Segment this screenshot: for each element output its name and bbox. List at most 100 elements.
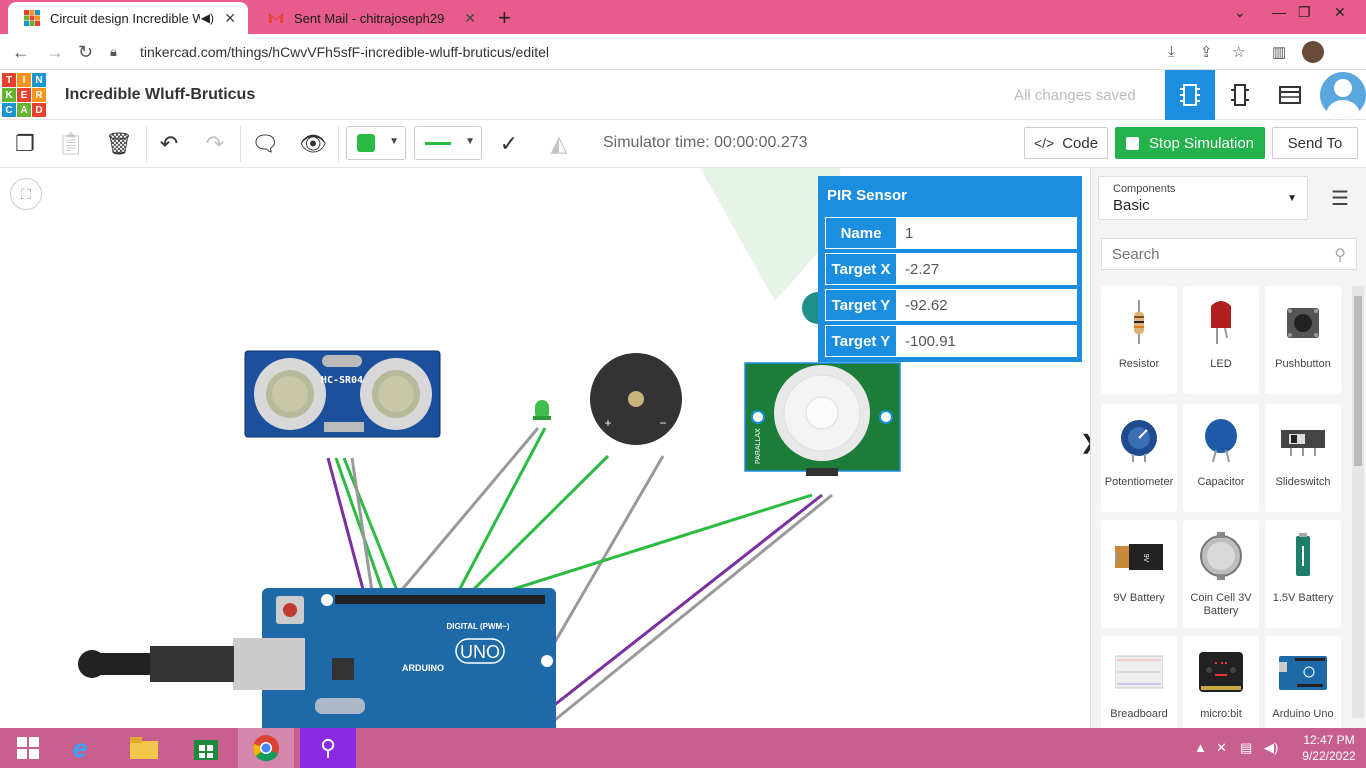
bookmark-star-icon[interactable]: ☆ <box>1232 43 1245 61</box>
component-9v-battery[interactable]: 9V 9V Battery <box>1101 520 1177 628</box>
component-potentiometer[interactable]: Potentiometer <box>1101 404 1177 512</box>
color-picker[interactable]: ▼ <box>346 126 406 160</box>
components-dropdown[interactable]: Components Basic ▼ <box>1098 176 1308 220</box>
notes-icon[interactable]: 🗨︎ <box>248 128 282 160</box>
volume-icon[interactable]: ◀) <box>1264 740 1278 756</box>
component-led[interactable]: LED <box>1183 286 1259 394</box>
share-icon[interactable]: ⇪ <box>1200 43 1213 61</box>
browser-tab-tinkercad[interactable]: Circuit design Incredible Wlu ◀) ✕ <box>8 2 248 34</box>
reload-icon[interactable]: ↻ <box>78 42 93 63</box>
delete-icon[interactable]: 🗑︎ <box>102 128 136 160</box>
component-list-view-button[interactable] <box>1265 70 1315 120</box>
taskbar-clock[interactable]: 12:47 PM 9/22/2022 <box>1294 732 1364 764</box>
store-taskbar[interactable] <box>178 728 234 768</box>
component-name: Resistor <box>1118 358 1160 370</box>
new-tab-icon[interactable]: + <box>498 5 511 31</box>
component-1-5v-battery[interactable]: 1.5V Battery <box>1265 520 1341 628</box>
chrome-taskbar[interactable] <box>238 728 294 768</box>
clock-date: 9/22/2022 <box>1302 749 1356 763</box>
close-tab-icon[interactable]: ✕ <box>224 10 236 27</box>
buzzer-minus-label: − <box>659 416 666 430</box>
paste-icon[interactable]: 📋︎ <box>54 128 88 160</box>
show-hidden-icons-icon[interactable]: ▲ <box>1194 740 1207 755</box>
inspector-row-name: Name 1 <box>825 217 1077 249</box>
search-app-taskbar[interactable]: ⚲ <box>300 728 356 768</box>
tinkercad-logo[interactable]: T I N K E R C A D <box>2 73 46 117</box>
stop-simulation-button[interactable]: Stop Simulation <box>1115 127 1265 159</box>
pir-side-label: PARALLAX <box>755 428 762 464</box>
component-coin-cell[interactable]: Coin Cell 3V Battery <box>1183 520 1259 628</box>
editor-toolbar: ❐ 📋︎ 🗑︎ ↶ ↷ 🗨︎ 👁︎ ▼ ▼ ✓ ◭ Simulator time… <box>0 120 1366 168</box>
side-panel-icon[interactable]: ▥ <box>1272 43 1286 61</box>
browser-tab-gmail[interactable]: Sent Mail - chitrajoseph29@gma ✕ <box>252 2 488 34</box>
dropdown-value: Basic <box>1113 197 1150 214</box>
inspector-key: Target Y <box>826 290 896 320</box>
wire <box>350 457 375 599</box>
wire <box>453 427 547 599</box>
inspector-value-input[interactable]: -92.62 <box>897 289 1077 321</box>
inspector-value-input[interactable]: 1 <box>897 217 1077 249</box>
file-explorer-taskbar[interactable] <box>116 728 172 768</box>
redo-icon[interactable]: ↷ <box>198 128 232 160</box>
component-slideswitch[interactable]: Slideswitch <box>1265 404 1341 512</box>
inspector-value-input[interactable]: -2.27 <box>897 253 1077 285</box>
component-name: Breadboard <box>1110 708 1168 720</box>
list-toggle-icon[interactable]: ☰ <box>1331 186 1349 211</box>
back-icon[interactable]: ← <box>12 42 30 63</box>
arduino-uno-icon <box>1279 656 1327 690</box>
browser-profile-avatar[interactable] <box>1302 41 1324 63</box>
start-button[interactable] <box>0 728 56 768</box>
arduino-header <box>335 595 545 604</box>
save-status: All changes saved <box>1014 87 1136 104</box>
copy-icon[interactable]: ❐ <box>8 128 42 160</box>
restore-icon[interactable]: ❐ <box>1298 4 1311 21</box>
download-icon[interactable]: ⤓ <box>1168 43 1175 60</box>
flip-icon[interactable]: ◭ <box>542 128 576 160</box>
component-name: LED <box>1210 358 1232 370</box>
url-field[interactable]: 🔒︎ tinkercad.com/things/hCwvVFh5sfF-incr… <box>110 38 1160 66</box>
ultrasonic-label: HC-SR04 <box>321 375 363 386</box>
tab-search-icon[interactable]: ⌄ <box>1234 4 1246 21</box>
components-scrollbar[interactable] <box>1352 286 1364 718</box>
user-avatar[interactable] <box>1320 72 1366 118</box>
schematic-view-button[interactable] <box>1215 70 1265 120</box>
close-window-icon[interactable]: ✕ <box>1334 4 1346 21</box>
circuit-view-button[interactable] <box>1165 70 1215 120</box>
scrollbar-thumb[interactable] <box>1354 296 1362 466</box>
simulator-time: Simulator time: 00:00:00.273 <box>603 134 808 151</box>
component-name: Pushbutton <box>1275 358 1331 370</box>
component-name: Slideswitch <box>1275 476 1331 488</box>
capacitor-icon <box>1205 419 1237 463</box>
chrome-icon <box>253 735 279 762</box>
notes-visibility-icon[interactable]: 👁︎ <box>296 128 330 160</box>
component-capacitor[interactable]: Capacitor <box>1183 404 1259 512</box>
breadboard-icon <box>1115 655 1163 689</box>
inspector-value-input[interactable]: -100.91 <box>897 325 1077 357</box>
wire <box>342 457 402 599</box>
component-name: micro:bit <box>1200 708 1242 720</box>
audio-icon[interactable]: ◀) <box>201 11 214 25</box>
resistor-icon <box>1134 300 1144 344</box>
undo-icon[interactable]: ↶ <box>152 128 186 160</box>
logo-letter: R <box>32 88 46 102</box>
internet-explorer-taskbar[interactable]: e <box>52 728 108 768</box>
logo-letter: K <box>2 88 16 102</box>
rotate-icon[interactable]: ✓ <box>492 128 526 160</box>
inspector-row-target-y-2: Target Y -100.91 <box>825 325 1077 357</box>
wire-type-picker[interactable]: ▼ <box>414 126 482 160</box>
browser-tab-bar: Circuit design Incredible Wlu ◀) ✕ Sent … <box>0 0 1366 34</box>
component-resistor[interactable]: Resistor <box>1101 286 1177 394</box>
send-to-button[interactable]: Send To <box>1272 127 1358 159</box>
project-title[interactable]: Incredible Wluff-Bruticus <box>65 86 255 104</box>
minimize-icon[interactable]: — <box>1272 4 1286 20</box>
close-tab-icon[interactable]: ✕ <box>464 10 476 27</box>
component-pushbutton[interactable]: Pushbutton <box>1265 286 1341 394</box>
wire <box>484 493 813 600</box>
code-button[interactable]: </> Code <box>1024 127 1108 159</box>
gmail-favicon-icon <box>269 13 283 23</box>
audio-muted-icon[interactable]: ✕ <box>1216 740 1227 756</box>
search-icon[interactable]: ⚲ <box>1334 245 1346 265</box>
search-input[interactable] <box>1102 239 1322 269</box>
forward-icon[interactable]: → <box>46 42 64 63</box>
network-icon[interactable]: ▤ <box>1240 740 1252 756</box>
